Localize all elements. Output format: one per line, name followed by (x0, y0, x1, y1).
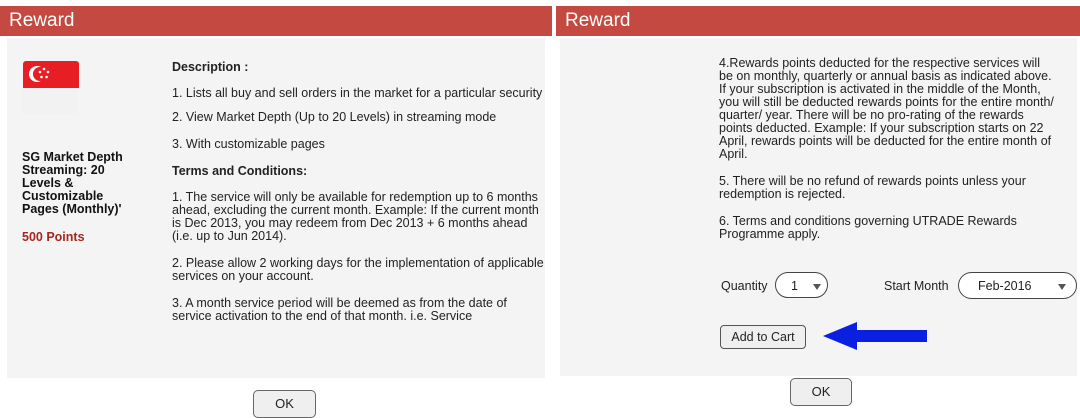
quantity-value: 1 (791, 279, 798, 293)
terms-item: 1. The service will only be available fo… (172, 190, 539, 243)
add-to-cart-button[interactable]: Add to Cart (720, 325, 806, 349)
description-heading: Description : (172, 60, 249, 74)
product-points: 500 Points (22, 230, 85, 244)
ok-button[interactable]: OK (253, 390, 316, 418)
chevron-down-icon (813, 284, 821, 290)
chevron-down-icon (1058, 284, 1066, 290)
description-section: Description : 1. Lists all buy and sell … (172, 61, 545, 323)
reward-dialog-left: Reward SG Market Depth Streaming: 20 Lev… (0, 0, 552, 418)
start-month-label: Start Month (884, 279, 949, 293)
singapore-flag-icon (23, 61, 79, 114)
dialog-title: Reward (565, 10, 631, 31)
product-name: SG Market Depth Streaming: 20 Levels & C… (22, 150, 123, 216)
dialog-body[interactable]: 4.Rewards points deducted for the respec… (560, 38, 1077, 376)
description-item: 2. View Market Depth (Up to 20 Levels) i… (172, 110, 497, 124)
terms-item: 2. Please allow 2 working days for the i… (172, 256, 544, 283)
start-month-value: Feb-2016 (978, 279, 1032, 293)
quantity-label: Quantity (721, 279, 768, 293)
blue-left-arrow-icon (823, 322, 927, 350)
start-month-select[interactable]: Feb-2016 (958, 272, 1077, 299)
quantity-select[interactable]: 1 (775, 272, 828, 298)
terms-item: 6. Terms and conditions governing UTRADE… (719, 214, 1017, 241)
dialog-body[interactable]: SG Market Depth Streaming: 20 Levels & C… (7, 38, 545, 378)
ok-button[interactable]: OK (790, 378, 852, 406)
description-item: 1. Lists all buy and sell orders in the … (172, 86, 543, 100)
dialog-title: Reward (9, 10, 75, 31)
dialog-header: Reward (0, 6, 552, 36)
terms-item: 5. There will be no refund of rewards po… (719, 174, 1026, 201)
terms-item: 3. A month service period will be deemed… (172, 296, 507, 323)
reward-dialog-right: Reward 4.Rewards points deducted for the… (556, 0, 1080, 418)
description-item: 3. With customizable pages (172, 137, 325, 151)
terms-section: 4.Rewards points deducted for the respec… (719, 57, 1054, 241)
dialog-header: Reward (556, 6, 1080, 36)
terms-item: 4.Rewards points deducted for the respec… (719, 56, 1054, 161)
terms-heading: Terms and Conditions: (172, 164, 308, 178)
